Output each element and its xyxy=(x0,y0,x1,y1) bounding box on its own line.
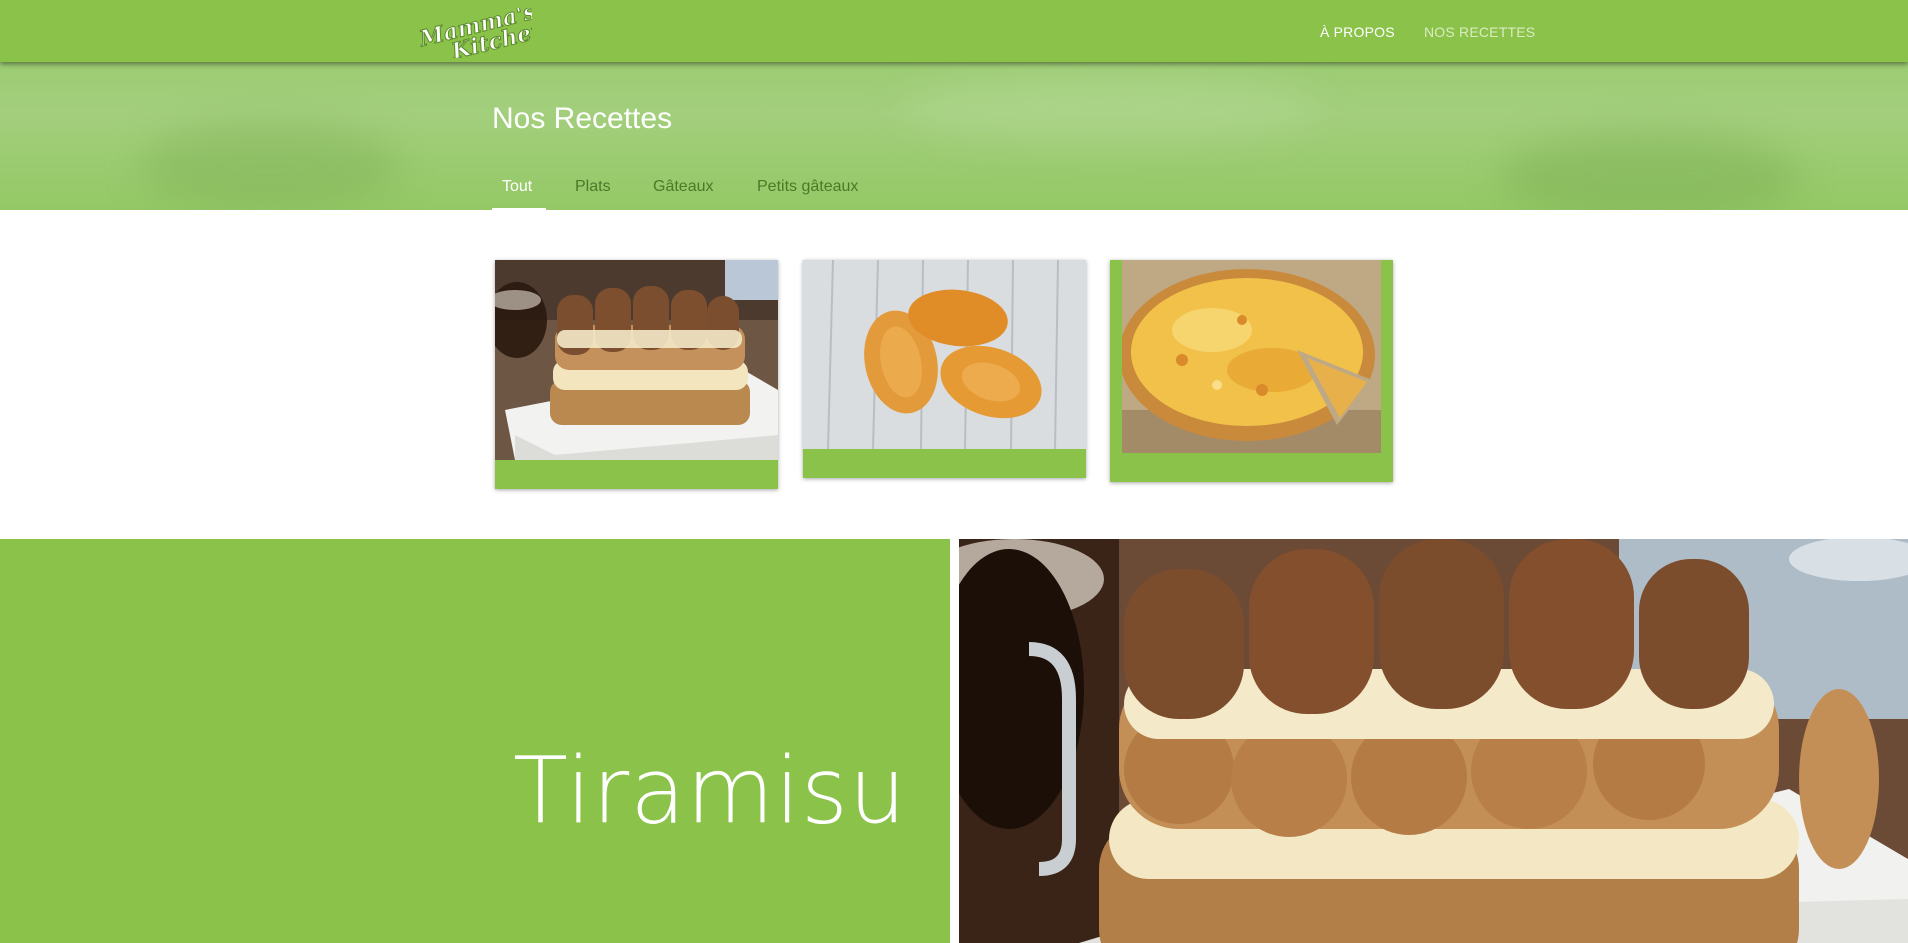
recipe-image-quiche xyxy=(1122,260,1381,453)
tab-petits-gateaux[interactable]: Petits gâteaux xyxy=(757,178,858,204)
tab-gateaux[interactable]: Gâteaux xyxy=(653,178,713,204)
recipe-image-tiramisu xyxy=(495,260,778,460)
page-title: Nos Recettes xyxy=(492,102,673,135)
tab-tout[interactable]: Tout xyxy=(502,178,532,204)
recipe-card-quiche[interactable] xyxy=(1110,260,1393,482)
tab-plats[interactable]: Plats xyxy=(575,178,611,204)
featured-recipe-title: Tiramisu xyxy=(513,737,907,846)
featured-recipe-image xyxy=(959,539,1908,943)
top-navbar: Mamma's Kitchen À PROPOS NOS RECETTES xyxy=(0,0,1908,62)
recipe-card-madeleines[interactable] xyxy=(803,260,1086,478)
nav-link-recipes[interactable]: NOS RECETTES xyxy=(1424,24,1535,40)
active-tab-indicator xyxy=(492,208,546,210)
recipe-card-tiramisu[interactable] xyxy=(495,260,778,489)
header-background-texture xyxy=(1500,132,1800,210)
page-header: Nos Recettes Tout Plats Gâteaux Petits g… xyxy=(0,62,1908,210)
featured-recipe-panel: Tiramisu xyxy=(0,539,950,943)
brand-logo[interactable]: Mamma's Kitchen xyxy=(412,8,532,58)
header-background-texture xyxy=(900,72,1320,142)
recipe-image-madeleines xyxy=(803,260,1086,449)
header-background-texture xyxy=(140,122,400,210)
nav-link-about[interactable]: À PROPOS xyxy=(1320,24,1395,40)
